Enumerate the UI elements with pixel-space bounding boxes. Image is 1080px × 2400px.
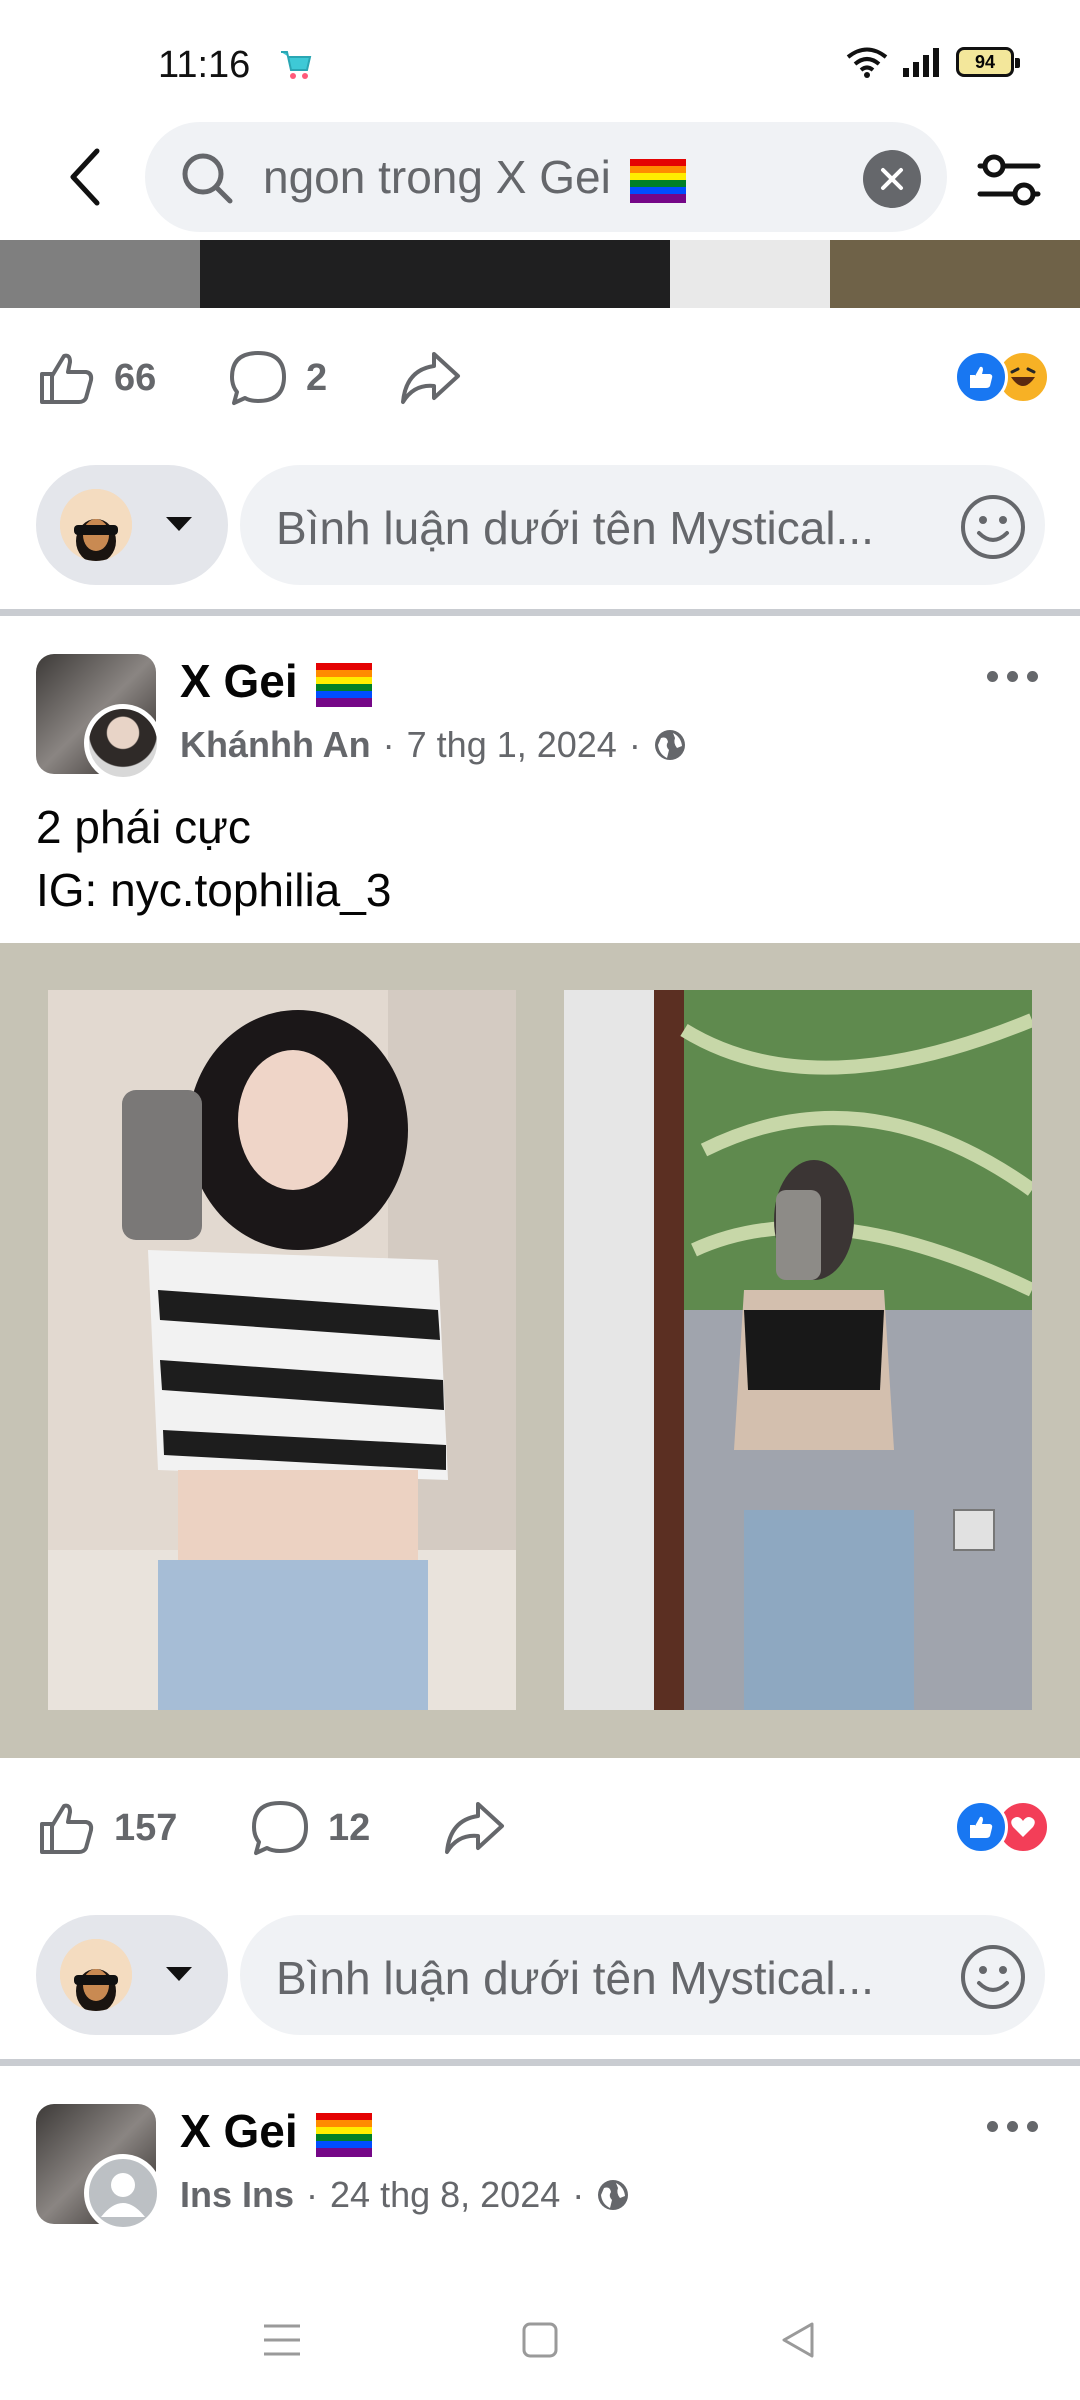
default-avatar-icon (101, 2173, 145, 2217)
filter-icon[interactable] (976, 148, 1042, 214)
group-name[interactable]: X Gei (180, 654, 373, 708)
post2-header: X Gei Khánhh An · 7 thg 1, 2024 · (0, 654, 1080, 794)
battery-indicator: 94 (956, 47, 1020, 77)
rainbow-flag-icon (316, 662, 373, 707)
globe-icon (654, 730, 685, 760)
rainbow-flag-icon (316, 2112, 373, 2157)
back-nav-button[interactable] (768, 2310, 828, 2370)
like-count: 66 (114, 356, 157, 399)
rainbow-flag-icon (629, 158, 686, 203)
identity-switcher[interactable] (36, 465, 228, 585)
wifi-icon (846, 47, 888, 78)
post-divider (0, 2059, 1080, 2066)
back-button[interactable] (50, 142, 120, 212)
group-name[interactable]: X Gei (180, 2104, 373, 2158)
meta-separator: · (382, 724, 395, 765)
like-count: 157 (114, 1806, 178, 1849)
more-icon[interactable] (972, 2106, 1052, 2146)
post-date[interactable]: 24 thg 8, 2024 (330, 2174, 560, 2216)
menu-icon (264, 2324, 300, 2356)
author-avatar[interactable] (84, 704, 162, 782)
more-icon[interactable] (972, 656, 1052, 696)
meta-separator: · (306, 2174, 319, 2215)
post-meta: Ins Ins · 24 thg 8, 2024 · (180, 2174, 630, 2216)
like-icon (40, 1803, 94, 1854)
system-nav-bar (0, 2270, 1080, 2400)
menu-button[interactable] (252, 2310, 312, 2370)
meta-separator: · (628, 724, 641, 765)
share-button[interactable] (442, 1798, 506, 1858)
emoji-icon[interactable] (959, 1943, 1027, 2011)
post-divider (0, 609, 1080, 616)
reaction-summary[interactable] (954, 350, 1050, 404)
comment-icon (230, 351, 286, 405)
meta-separator: · (572, 2174, 585, 2215)
comment-placeholder: Bình luận dưới tên Mystical... (276, 502, 874, 554)
post2-action-bar: 157 12 (0, 1768, 1080, 1888)
post-text-line: IG: nyc.tophilia_3 (36, 864, 392, 916)
globe-icon (598, 2180, 629, 2210)
post-date[interactable]: 7 thg 1, 2024 (407, 724, 617, 766)
chevron-down-icon (166, 1967, 192, 1981)
post2-text: 2 phái cực IG: nyc.tophilia_3 (36, 796, 391, 922)
comment-composer-1: Bình luận dưới tên Mystical... (0, 460, 1080, 590)
avatar (60, 1939, 132, 2011)
status-time: 11:16 (158, 44, 251, 86)
share-icon (401, 352, 460, 404)
like-reaction-icon (954, 350, 1008, 404)
clear-search-button[interactable] (863, 150, 921, 208)
reaction-summary[interactable] (954, 1800, 1050, 1854)
like-icon (40, 353, 94, 404)
previous-post-image[interactable] (0, 240, 1080, 308)
search-input[interactable]: ngon trong X Gei (145, 122, 947, 232)
author-name[interactable]: Ins Ins (180, 2174, 294, 2216)
search-icon (182, 153, 233, 204)
author-name[interactable]: Khánhh An (180, 724, 371, 766)
post2-photo-grid (0, 943, 1080, 1758)
author-avatar[interactable] (84, 2154, 162, 2232)
comment-icon (252, 1801, 308, 1855)
previous-post-photo (0, 240, 1080, 308)
comment-input[interactable]: Bình luận dưới tên Mystical... (240, 465, 1045, 585)
comment-count: 12 (328, 1806, 371, 1849)
group-name-text: X Gei (180, 2105, 298, 2157)
status-bar: 11:16 94 (0, 0, 1080, 120)
comment-button[interactable]: 12 (250, 1798, 370, 1858)
photo-2-image (564, 990, 1032, 1710)
chevron-down-icon (166, 517, 192, 531)
photo-1-image (48, 990, 516, 1710)
signal-icon (903, 48, 939, 77)
post-photo-1[interactable] (48, 990, 516, 1710)
like-button[interactable]: 66 (36, 348, 156, 408)
share-button[interactable] (398, 348, 462, 408)
search-query-text: ngon trong X Gei (263, 151, 611, 203)
comment-placeholder: Bình luận dưới tên Mystical... (276, 1952, 874, 2004)
clear-icon (881, 168, 903, 190)
post-meta: Khánhh An · 7 thg 1, 2024 · (180, 724, 687, 766)
search-query: ngon trong X Gei (263, 150, 686, 204)
comment-composer-2: Bình luận dưới tên Mystical... (0, 1910, 1080, 2040)
emoji-icon[interactable] (959, 493, 1027, 561)
post1-action-bar: 66 2 (0, 318, 1080, 438)
avatar (60, 489, 132, 561)
comment-input[interactable]: Bình luận dưới tên Mystical... (240, 1915, 1045, 2035)
back-nav-icon (782, 2322, 814, 2358)
post3-header: X Gei Ins Ins · 24 thg 8, 2024 · (0, 2104, 1080, 2244)
battery-level: 94 (974, 51, 996, 72)
like-button[interactable]: 157 (36, 1798, 177, 1858)
group-name-text: X Gei (180, 655, 298, 707)
like-reaction-icon (954, 1800, 1008, 1854)
shopping-cart-icon (281, 51, 312, 79)
home-icon (522, 2322, 558, 2358)
comment-button[interactable]: 2 (228, 348, 327, 408)
search-header: ngon trong X Gei (0, 120, 1080, 240)
post-photo-2[interactable] (564, 990, 1032, 1710)
identity-switcher[interactable] (36, 1915, 228, 2035)
share-icon (445, 1802, 504, 1854)
home-button[interactable] (510, 2310, 570, 2370)
comment-count: 2 (306, 356, 328, 399)
back-arrow-icon (70, 148, 100, 206)
post-text-line: 2 phái cực (36, 801, 251, 853)
